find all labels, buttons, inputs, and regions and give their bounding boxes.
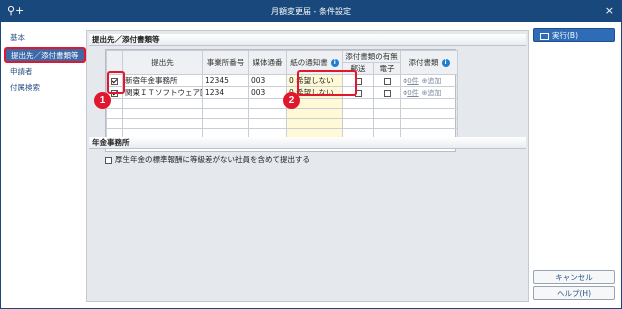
section-title-submit-attachments: 提出先／添付書類等 [89, 34, 526, 46]
header-electronic: 電子 [373, 62, 401, 75]
add-label: 追加 [427, 76, 442, 85]
section-title-pension-office: 年金事務所 [89, 137, 526, 149]
add-label: 追加 [427, 88, 442, 97]
info-icon[interactable]: i [441, 59, 450, 67]
media-no: 003 [248, 86, 287, 99]
electronic-checkbox[interactable] [383, 89, 391, 97]
add-attachment-link[interactable]: ⊕追加 [422, 77, 442, 85]
info-icon[interactable]: i [330, 59, 339, 67]
header-attach-docs-label: 添付書類 [408, 58, 439, 67]
header-office-no: 事業所番号 [202, 50, 249, 75]
table-row[interactable]: 関東ＩＴソフトウェア[ 1234 003 0 希望しない ⌽0件⊕追加 [106, 86, 458, 99]
sidebar-item-submit-attachments[interactable]: 提出先／添付書類等 [4, 47, 86, 63]
include-no-grade-diff-label: 厚生年金の標準報酬に等級差がない社員を含めて提出する [115, 155, 310, 164]
callout-badge-1: 1 [94, 92, 111, 109]
title-bar: ⚲+ 月額変更届 - 条件設定 × [0, 0, 622, 22]
office-no: 12345 [202, 74, 249, 87]
empty-row [106, 108, 458, 119]
attach-count-link[interactable]: 0件 [407, 89, 418, 97]
electronic-checkbox[interactable] [383, 77, 391, 85]
cancel-button[interactable]: キャンセル [533, 270, 615, 284]
media-no: 003 [248, 74, 287, 87]
electronic-cell[interactable] [373, 86, 401, 99]
attach-docs-cell: ⌽0件 ⊕追加 [400, 86, 458, 99]
execute-label: 実行(B) [552, 31, 578, 40]
header-paper-notice-label: 紙の通知書 [290, 58, 328, 67]
header-submit-to: 提出先 [122, 50, 203, 75]
highlight-checkbox-column [107, 71, 125, 94]
action-panel: 実行(B) キャンセル ヘルプ(H) [531, 26, 617, 302]
empty-row [106, 118, 458, 129]
attach-docs-cell: ⌽0件 ⊕追加 [400, 74, 458, 87]
execute-button[interactable]: 実行(B) [533, 28, 615, 42]
sidebar: 基本 提出先／添付書類等 申請者 付属検索 [4, 30, 86, 96]
execute-icon [540, 32, 549, 40]
paper-count: 0 [289, 76, 294, 85]
sidebar-item-attached-search[interactable]: 付属検索 [4, 80, 86, 96]
sidebar-item-applicant[interactable]: 申請者 [4, 64, 86, 80]
highlight-paper-notice [297, 70, 357, 96]
window-title: 月額変更届 - 条件設定 [271, 7, 351, 16]
include-no-grade-diff-checkbox[interactable] [105, 156, 112, 164]
pension-option[interactable]: 厚生年金の標準報酬に等級差がない社員を含めて提出する [105, 154, 310, 165]
header-attach-presence: 添付書類の有無 [342, 50, 401, 63]
electronic-cell[interactable] [373, 74, 401, 87]
close-icon[interactable]: × [605, 4, 614, 17]
header-attach-docs: 添付書類 i [400, 50, 458, 75]
empty-row [106, 98, 458, 109]
table-row[interactable]: 新宿年金事務所 12345 003 0 希望しない ⌽0件 ⊕追加 [106, 74, 458, 87]
attach-count-link[interactable]: 0件 [407, 77, 418, 85]
office-no: 1234 [202, 86, 249, 99]
help-button[interactable]: ヘルプ(H) [533, 286, 615, 300]
sidebar-item-basic[interactable]: 基本 [4, 30, 86, 46]
header-media-no: 媒体通番 [248, 50, 287, 75]
submit-to-name: 新宿年金事務所 [122, 74, 203, 87]
callout-badge-2: 2 [283, 92, 300, 109]
submit-to-name: 関東ＩＴソフトウェア[ [122, 86, 203, 99]
main-panel: 提出先／添付書類等 提出先 事業所番号 媒体通番 紙の通知書 i 添付書類の有無 … [86, 30, 529, 302]
add-attachment-link[interactable]: ⊕追加 [422, 89, 442, 97]
